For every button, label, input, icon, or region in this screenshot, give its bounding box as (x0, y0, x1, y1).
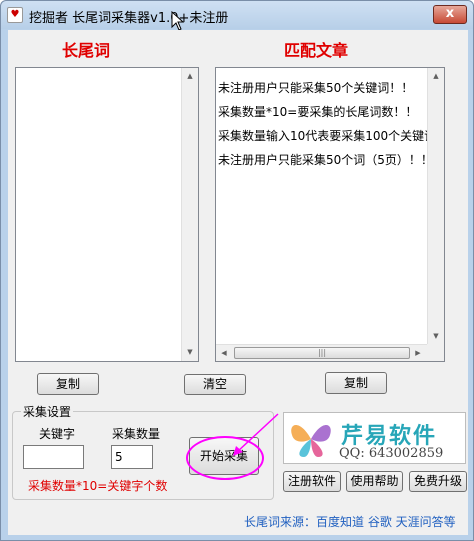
butterfly-logo-icon (291, 425, 331, 457)
scroll-left-icon[interactable]: ◀ (216, 345, 232, 362)
article-horizontal-scrollbar[interactable]: ◀ ||| ▶ (216, 344, 427, 361)
close-button[interactable]: x (433, 5, 467, 24)
scroll-up-icon[interactable]: ▲ (428, 68, 444, 85)
keyword-input[interactable] (23, 445, 84, 469)
upgrade-button[interactable]: 免费升级 (409, 471, 467, 492)
brand-qq: QQ: 643002859 (339, 446, 444, 461)
brand-logo: 芹易软件 QQ: 643002859 (283, 412, 466, 464)
scroll-up-icon[interactable]: ▲ (182, 68, 198, 85)
clear-button[interactable]: 清空 (184, 374, 246, 395)
source-note: 长尾词来源：百度知道 谷歌 天涯问答等 (244, 515, 456, 529)
count-hint: 采集数量*10=关键字个数 (28, 479, 168, 493)
copy-article-button[interactable]: 复制 (325, 372, 387, 394)
collect-settings-title: 采集设置 (21, 403, 74, 420)
longtail-heading: 长尾词 (62, 41, 111, 60)
help-button[interactable]: 使用帮助 (346, 471, 403, 492)
article-line: 未注册用户只能采集50个关键词！！ (218, 81, 414, 95)
scroll-down-icon[interactable]: ▼ (182, 344, 198, 361)
start-collect-button[interactable]: 开始采集 (189, 437, 259, 475)
title-bar[interactable]: ♥ 挖掘者 长尾词采集器v1.0+未注册 x (1, 1, 473, 31)
scroll-right-icon[interactable]: ▶ (410, 345, 426, 362)
keyword-label: 关键字 (39, 427, 76, 441)
mouse-cursor-icon (171, 11, 185, 31)
article-vertical-scrollbar[interactable]: ▲ ▼ (427, 68, 444, 345)
copy-longtail-button[interactable]: 复制 (37, 373, 99, 395)
article-line: 采集数量*10=要采集的长尾词数！！ (218, 105, 418, 119)
app-window: ♥ 挖掘者 长尾词采集器v1.0+未注册 x 长尾词 匹配文章 ▲ ▼ 未注册用… (0, 0, 474, 541)
count-label: 采集数量 (112, 427, 161, 441)
longtail-listbox[interactable]: ▲ ▼ (15, 67, 199, 362)
app-icon: ♥ (7, 7, 23, 23)
article-line: 采集数量输入10代表要采集100个关键词！！ (218, 129, 428, 143)
horizontal-scroll-thumb[interactable]: ||| (234, 347, 410, 359)
window-title: 挖掘者 长尾词采集器v1.0+未注册 (29, 11, 229, 26)
client-area: 长尾词 匹配文章 ▲ ▼ 未注册用户只能采集50个关键词！！ 采集数量*10=要… (8, 30, 468, 535)
article-line: 未注册用户只能采集50个词（5页）！！ (218, 153, 428, 167)
matched-articles-heading: 匹配文章 (284, 41, 349, 60)
count-input[interactable]: 5 (111, 445, 153, 469)
scroll-down-icon[interactable]: ▼ (428, 328, 444, 345)
register-button[interactable]: 注册软件 (283, 471, 341, 492)
article-textbox[interactable]: 未注册用户只能采集50个关键词！！ 采集数量*10=要采集的长尾词数！！ 采集数… (215, 67, 445, 362)
article-text-area: 未注册用户只能采集50个关键词！！ 采集数量*10=要采集的长尾词数！！ 采集数… (218, 79, 428, 189)
scroll-corner (427, 344, 444, 361)
longtail-vertical-scrollbar[interactable]: ▲ ▼ (181, 68, 198, 361)
